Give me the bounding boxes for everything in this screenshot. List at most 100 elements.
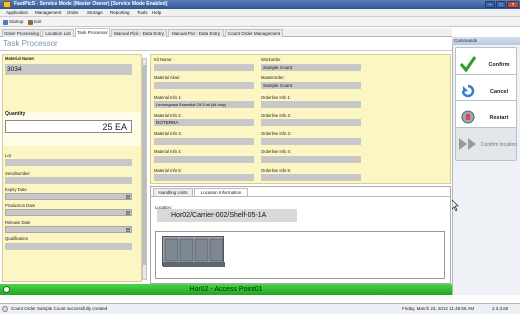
chevron-down-icon: ▾ xyxy=(126,195,130,199)
kit-name-field xyxy=(154,64,254,71)
material-info5-field xyxy=(154,174,254,181)
checkmark-icon xyxy=(460,56,476,73)
orderline-info2-label: Orderline Info 2: xyxy=(261,113,292,118)
qualification-field[interactable] xyxy=(5,243,132,250)
orderline-info2-field xyxy=(261,119,361,126)
panel-title: Task Processor xyxy=(3,39,58,48)
material-info4-label: Material Info 4: xyxy=(154,149,182,154)
tab-manual-pick[interactable]: Manual Pick - Data Entry xyxy=(111,29,167,37)
panel-header: Task Processor xyxy=(0,37,452,51)
exit-button[interactable]: Exit xyxy=(28,18,42,26)
expiry-date-picker[interactable]: ▾ xyxy=(5,193,132,200)
subtab-handling-units[interactable]: Handling Units xyxy=(153,188,193,196)
material-alias-label: Material Alias: xyxy=(154,75,181,80)
material-info5-label: Material Info 5: xyxy=(154,168,182,173)
qualification-label: Qualification xyxy=(5,236,29,241)
menu-bar: Application Management Order Storage Rep… xyxy=(0,9,520,17)
status-bar: Count Order Sample Count successfully cr… xyxy=(0,303,520,314)
scrollbar-thumb[interactable] xyxy=(143,65,146,265)
startup-label: Startup xyxy=(9,19,24,24)
location-panel: Handling Units Location Information Loca… xyxy=(150,186,451,284)
rack-drawing xyxy=(163,238,225,267)
material-name-label: Material Name: xyxy=(5,56,35,61)
lot-label: Lot xyxy=(5,153,11,158)
lot-field[interactable] xyxy=(5,159,132,166)
orderline-info3-label: Orderline Info 3: xyxy=(261,131,292,136)
exit-icon xyxy=(28,19,33,25)
material-info3-label: Material Info 3: xyxy=(154,131,182,136)
chevron-down-icon: ▾ xyxy=(126,228,130,232)
orderline-info5-label: Orderline Info 5: xyxy=(261,168,292,173)
orderline-info3-field xyxy=(261,138,361,145)
confirm-location-label: Confirm location xyxy=(480,142,518,148)
subtab-divider xyxy=(151,196,450,197)
location-value: Hor02/Carrier-002/Shelf-05-1A xyxy=(157,209,297,222)
masterorder-label: Masterorder: xyxy=(261,75,285,80)
exit-label: Exit xyxy=(34,19,42,24)
serial-label: Serialnumber xyxy=(5,171,30,176)
commands-header: Commands xyxy=(452,37,520,45)
material-info4-field xyxy=(154,156,254,163)
material-info2-label: Material Info 2: xyxy=(154,113,182,118)
fast-forward-icon xyxy=(459,138,476,150)
status-version: 2.3.3.60 xyxy=(492,306,509,311)
material-name-field: 3034 xyxy=(5,64,132,75)
toolbar: Startup Exit xyxy=(0,17,520,27)
release-label: Release Date xyxy=(5,220,31,225)
menu-help[interactable]: Help xyxy=(152,9,161,17)
startup-button[interactable]: Startup xyxy=(3,18,24,26)
production-label: Production Date xyxy=(5,203,36,208)
workorder-field: Sample Count xyxy=(261,64,361,71)
orderline-info4-field xyxy=(261,156,361,163)
tab-strip: Order Processing Location List Task Proc… xyxy=(0,28,452,37)
chevron-down-icon: ▾ xyxy=(126,211,130,215)
tab-location-list[interactable]: Location List xyxy=(42,29,74,37)
kit-name-label: Kit Name: xyxy=(154,57,173,62)
menu-storage[interactable]: Storage xyxy=(87,9,103,17)
orderline-info5-field xyxy=(261,174,361,181)
orderline-info1-field xyxy=(261,101,361,108)
tab-manual-put[interactable]: Manual Put - Data Entry xyxy=(168,29,224,37)
menu-reporting[interactable]: Reporting xyxy=(110,9,130,17)
maximize-button[interactable]: □ xyxy=(496,1,506,8)
status-message: Count Order Sample Count successfully cr… xyxy=(11,306,108,311)
rack-icon xyxy=(162,236,225,267)
material-alias-field xyxy=(154,82,254,89)
restart-icon xyxy=(461,110,475,124)
quantity-label: Quantity xyxy=(5,111,26,117)
masterorder-field: Sample Count xyxy=(261,82,361,89)
menu-tools[interactable]: Tools xyxy=(137,9,148,17)
window-title: FastPicS - Service Mode (Master Owner) [… xyxy=(14,1,168,7)
menu-management[interactable]: Management xyxy=(35,9,61,17)
material-info3-field xyxy=(154,138,254,145)
tab-count-order-management[interactable]: Count Order Management xyxy=(225,29,283,37)
access-point-bar: Hor02 - Access Point01 xyxy=(0,284,452,295)
minimize-button[interactable]: – xyxy=(485,1,495,8)
status-info-icon xyxy=(2,306,8,312)
app-icon xyxy=(3,1,11,8)
menu-application[interactable]: Application xyxy=(6,9,28,17)
startup-icon xyxy=(3,19,8,25)
confirm-location-button[interactable]: Confirm location xyxy=(455,127,517,161)
undo-arrow-icon xyxy=(461,84,475,98)
release-date-picker[interactable]: ▾ xyxy=(5,226,132,233)
workorder-label: Workorder xyxy=(261,57,281,62)
quantity-field[interactable]: 25 EA xyxy=(5,120,132,133)
subtab-location-information[interactable]: Location Information xyxy=(194,188,248,196)
orderline-info1-label: Orderline Info 1: xyxy=(261,95,292,100)
tab-order-processing[interactable]: Order Processing xyxy=(2,29,41,37)
material-info1-field: Lemongrass Essential Oil 5 ml (kit only) xyxy=(154,101,254,108)
orderline-info4-label: Orderline Info 4: xyxy=(261,149,292,154)
vertical-scrollbar[interactable] xyxy=(142,58,147,280)
commands-title: Commands xyxy=(454,38,478,43)
check-icon xyxy=(3,286,10,293)
close-button[interactable]: × xyxy=(507,1,519,8)
tab-task-processor[interactable]: Task Processor xyxy=(75,28,110,37)
material-info1-label: Material Info 1: xyxy=(154,95,182,100)
material-info2-field: DOTERRA xyxy=(154,119,254,126)
production-date-picker[interactable]: ▾ xyxy=(5,209,132,216)
status-datetime: Friday, March 23, 2012 11:45:56 AM xyxy=(402,306,475,311)
title-bar: FastPicS - Service Mode (Master Owner) [… xyxy=(0,0,520,9)
serial-field[interactable] xyxy=(5,177,132,184)
menu-order[interactable]: Order xyxy=(67,9,79,17)
